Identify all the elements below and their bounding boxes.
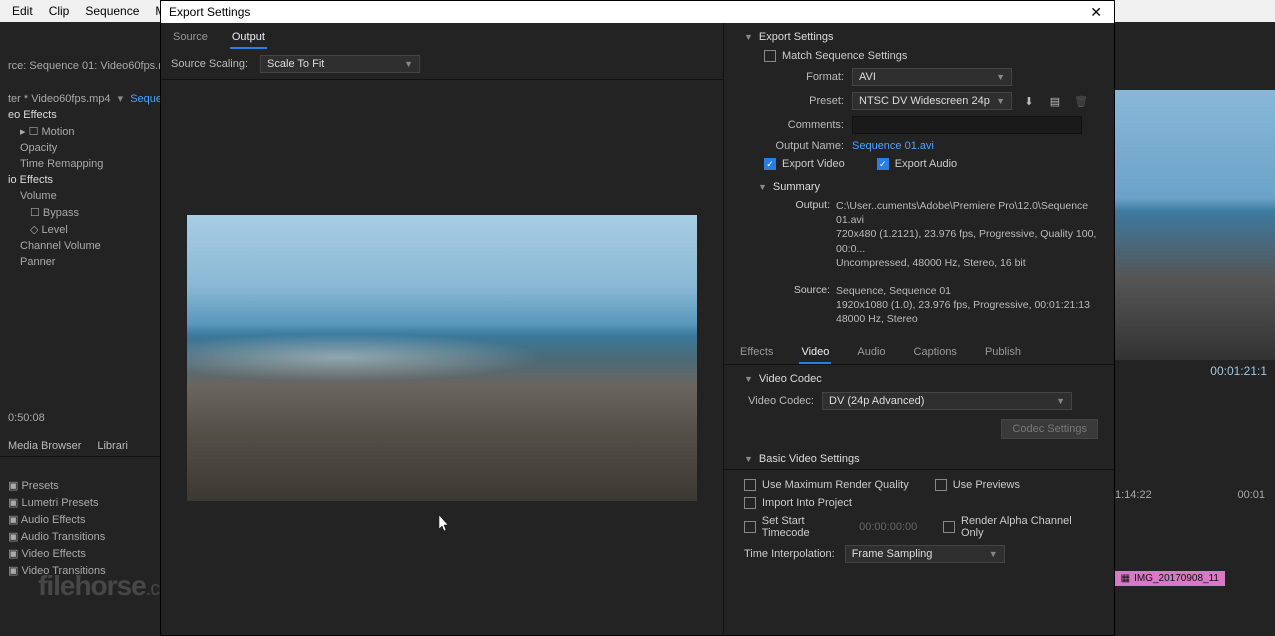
- bin-audio-fx[interactable]: ▣ Audio Effects: [0, 511, 160, 528]
- preview-pane: Source Output Source Scaling: Scale To F…: [161, 23, 724, 635]
- delete-preset-icon[interactable]: 🗑: [1072, 93, 1090, 109]
- fx-opacity[interactable]: Opacity: [0, 140, 160, 156]
- video-codec-select[interactable]: DV (24p Advanced) ▼: [822, 392, 1072, 410]
- chevron-down-icon: ▼: [996, 72, 1005, 82]
- close-icon[interactable]: ✕: [1086, 4, 1106, 21]
- timeline-tc-a: 1:14:22: [1115, 489, 1152, 501]
- summary-source-label: Source:: [784, 284, 830, 327]
- bg-program-panel: 00:01:21:1 1:14:22 00:01 ▦ IMG_20170908_…: [1115, 22, 1275, 636]
- chevron-down-icon: ▼: [1056, 396, 1065, 406]
- comments-label: Comments:: [764, 119, 844, 131]
- video-effects-header: eo Effects: [0, 107, 160, 123]
- settings-pane: ▼ Export Settings Match Sequence Setting…: [724, 23, 1114, 635]
- max-render-quality-checkbox[interactable]: [744, 479, 756, 491]
- output-preview: [187, 215, 697, 501]
- time-interp-label: Time Interpolation:: [744, 548, 835, 560]
- preset-select[interactable]: NTSC DV Widescreen 24p ▼: [852, 92, 1012, 110]
- master-clip[interactable]: ter * Video60fps.mp4 ▾ Sequence 0: [0, 90, 160, 107]
- cursor-icon: [439, 515, 451, 533]
- match-sequence-label: Match Sequence Settings: [782, 50, 907, 62]
- export-audio-checkbox[interactable]: ✓: [877, 158, 889, 170]
- bin-lumetri[interactable]: ▣ Lumetri Presets: [0, 494, 160, 511]
- twirl-down-icon: ▼: [758, 182, 767, 192]
- fx-channel-volume[interactable]: Channel Volume: [0, 238, 160, 254]
- tab-source[interactable]: Source: [171, 27, 210, 49]
- import-preset-icon[interactable]: ▤: [1046, 93, 1064, 109]
- dialog-title-text: Export Settings: [169, 5, 250, 19]
- bin-presets[interactable]: ▣ Presets: [0, 477, 160, 494]
- match-sequence-checkbox[interactable]: [764, 50, 776, 62]
- output-name-label: Output Name:: [764, 140, 844, 152]
- tab-effects[interactable]: Effects: [738, 342, 775, 364]
- export-audio-label: Export Audio: [895, 158, 957, 170]
- tab-media-browser[interactable]: Media Browser: [0, 436, 89, 456]
- chevron-down-icon: ▼: [404, 59, 413, 69]
- format-label: Format:: [764, 71, 844, 83]
- twirl-down-icon: ▼: [744, 32, 753, 42]
- import-project-label: Import Into Project: [762, 497, 852, 509]
- bin-video-fx[interactable]: ▣ Video Effects: [0, 545, 160, 562]
- use-previews-checkbox[interactable]: [935, 479, 947, 491]
- summary-source-value: Sequence, Sequence 01 1920x1080 (1.0), 2…: [830, 284, 1104, 327]
- audio-effects-header: io Effects: [0, 172, 160, 188]
- render-alpha-checkbox[interactable]: [943, 521, 955, 533]
- source-scaling-select[interactable]: Scale To Fit ▼: [260, 55, 420, 73]
- fx-level[interactable]: ◇ Level: [0, 221, 160, 238]
- menu-edit[interactable]: Edit: [4, 2, 41, 20]
- timeline-clip[interactable]: ▦ IMG_20170908_11: [1115, 571, 1225, 586]
- export-settings-dialog: Export Settings ✕ Source Output Source S…: [160, 0, 1115, 636]
- import-project-checkbox[interactable]: [744, 497, 756, 509]
- start-tc-value: 00:00:00:00: [859, 521, 917, 533]
- time-interp-select[interactable]: Frame Sampling ▼: [845, 545, 1005, 563]
- section-export-settings[interactable]: ▼ Export Settings: [724, 23, 1114, 47]
- use-previews-label: Use Previews: [953, 479, 1020, 491]
- output-name-link[interactable]: Sequence 01.avi: [852, 140, 934, 152]
- twirl-down-icon: ▼: [744, 374, 753, 384]
- codec-settings-button: Codec Settings: [1001, 419, 1098, 439]
- tab-libraries[interactable]: Librari: [89, 436, 136, 456]
- render-alpha-label: Render Alpha Channel Only: [961, 515, 1094, 539]
- max-render-quality-label: Use Maximum Render Quality: [762, 479, 909, 491]
- section-basic-video[interactable]: ▼ Basic Video Settings: [724, 445, 1114, 469]
- section-video-codec[interactable]: ▼ Video Codec: [724, 365, 1114, 389]
- tab-captions[interactable]: Captions: [912, 342, 959, 364]
- bg-timecode: 0:50:08: [0, 410, 160, 426]
- comments-input[interactable]: [852, 116, 1082, 134]
- bin-audio-trans[interactable]: ▣ Audio Transitions: [0, 528, 160, 545]
- format-select[interactable]: AVI ▼: [852, 68, 1012, 86]
- tab-publish[interactable]: Publish: [983, 342, 1023, 364]
- bg-effects-panel: rce: Sequence 01: Video60fps.mp4: 00:0 t…: [0, 22, 160, 636]
- source-info: rce: Sequence 01: Video60fps.mp4: 00:0: [0, 58, 160, 74]
- fx-panner[interactable]: Panner: [0, 254, 160, 270]
- export-video-checkbox[interactable]: ✓: [764, 158, 776, 170]
- tab-video[interactable]: Video: [799, 342, 831, 364]
- section-summary[interactable]: ▼ Summary: [724, 173, 1114, 197]
- timeline-tc-b: 00:01: [1237, 489, 1265, 501]
- dialog-titlebar: Export Settings ✕: [161, 1, 1114, 23]
- fx-volume[interactable]: Volume: [0, 188, 160, 204]
- fx-motion[interactable]: ▸ ☐ Motion: [0, 123, 160, 140]
- fx-time-remap[interactable]: Time Remapping: [0, 156, 160, 172]
- set-start-tc-checkbox[interactable]: [744, 521, 756, 533]
- program-timecode: 00:01:21:1: [1115, 360, 1275, 382]
- save-preset-icon[interactable]: ⬇: [1020, 93, 1038, 109]
- menu-sequence[interactable]: Sequence: [77, 2, 147, 20]
- tab-output[interactable]: Output: [230, 27, 267, 49]
- twirl-down-icon: ▼: [744, 454, 753, 464]
- chevron-down-icon: ▼: [996, 96, 1005, 106]
- preset-label: Preset:: [764, 95, 844, 107]
- export-video-label: Export Video: [782, 158, 845, 170]
- video-codec-label: Video Codec:: [744, 395, 814, 407]
- summary-output-value: C:\User..cuments\Adobe\Premiere Pro\12.0…: [830, 199, 1104, 270]
- fx-bypass[interactable]: ☐ Bypass: [0, 204, 160, 221]
- set-start-tc-label: Set Start Timecode: [762, 515, 853, 539]
- chevron-down-icon: ▼: [989, 549, 998, 559]
- source-scaling-label: Source Scaling:: [171, 58, 248, 70]
- summary-output-label: Output:: [784, 199, 830, 270]
- program-monitor-thumb: [1115, 90, 1275, 360]
- menu-clip[interactable]: Clip: [41, 2, 78, 20]
- tab-audio[interactable]: Audio: [855, 342, 887, 364]
